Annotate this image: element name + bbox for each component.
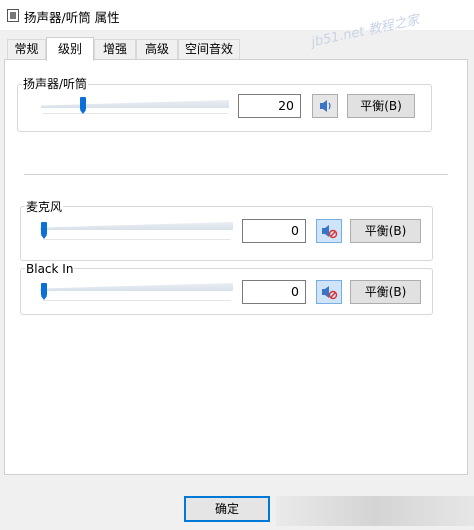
balance-button-label: 平衡(B): [364, 224, 407, 238]
tab-label: 常规: [14, 42, 39, 56]
tab-label: 增强: [102, 42, 127, 56]
watermark: jb51.net 教程之家: [310, 12, 421, 51]
ok-button-label: 确定: [214, 502, 239, 516]
tab-label: 空间音效: [184, 42, 233, 56]
tab-label: 高级: [144, 42, 169, 56]
speaker-volume-value[interactable]: 20: [238, 94, 301, 118]
black-in-mute-button[interactable]: [316, 280, 342, 304]
black-in-slider-thumb[interactable]: [41, 283, 47, 300]
tab-general[interactable]: 常规: [7, 39, 46, 59]
black-in-group-label: Black In: [25, 262, 75, 276]
speaker-balance-button[interactable]: 平衡(B): [347, 94, 415, 118]
black-in-volume-value[interactable]: 0: [242, 280, 306, 304]
speaker-muted-icon: [322, 225, 338, 239]
window-title: 扬声器/听筒 属性: [24, 10, 120, 25]
microphone-slider-thumb[interactable]: [41, 222, 47, 239]
microphone-balance-button[interactable]: 平衡(B): [350, 219, 421, 243]
speaker-icon: [320, 100, 331, 112]
tab-enhancements[interactable]: 增强: [94, 39, 136, 59]
section-divider: [24, 174, 448, 175]
speaker-slider-thumb[interactable]: [80, 97, 87, 114]
slider-ticks: [43, 239, 231, 240]
microphone-mute-button[interactable]: [316, 219, 342, 243]
slider-ticks: [43, 300, 231, 301]
balance-button-label: 平衡(B): [364, 285, 407, 299]
speaker-group-label: 扬声器/听筒: [22, 77, 89, 91]
title-bar[interactable]: 扬声器/听筒 属性 jb51.net 教程之家: [0, 0, 474, 50]
slider-ticks: [43, 113, 228, 114]
tab-advanced[interactable]: 高级: [136, 39, 178, 59]
ok-button[interactable]: 确定: [184, 496, 270, 522]
blurred-buttons: [276, 496, 474, 526]
microphone-group-label: 麦克风: [25, 200, 64, 214]
tab-label: 级别: [57, 42, 82, 56]
microphone-volume-value[interactable]: 0: [242, 219, 306, 243]
black-in-balance-button[interactable]: 平衡(B): [350, 280, 421, 304]
balance-button-label: 平衡(B): [360, 99, 402, 113]
speaker-properties-icon: [7, 9, 19, 22]
speaker-mute-button[interactable]: [312, 94, 338, 118]
tab-levels[interactable]: 级别: [46, 37, 94, 61]
tab-spatial-sound[interactable]: 空间音效: [178, 39, 240, 59]
speaker-muted-icon: [322, 286, 338, 300]
